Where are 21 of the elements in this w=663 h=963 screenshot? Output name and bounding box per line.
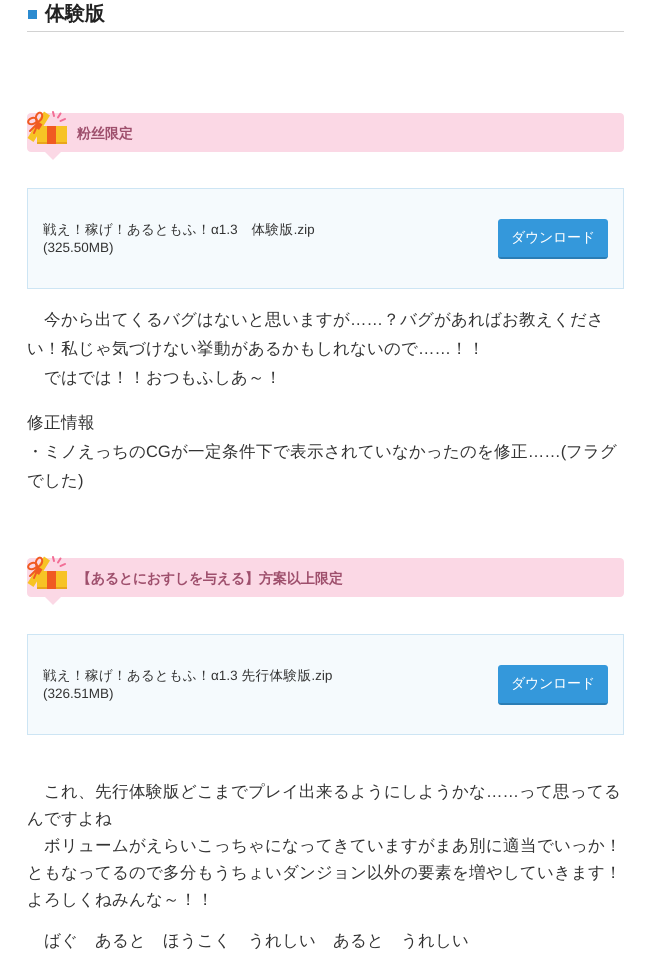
heading-marker-icon [28,10,37,18]
body-text: よろしくねみんな～！！ [27,890,215,911]
body-text: ではでは！！おつもふしあ～！ [43,368,283,389]
gift-box-icon [27,110,67,146]
plan-label: 【あるとにおすしを与える】方案以上限定 [77,568,343,586]
download-button[interactable]: ダウンロード [498,664,608,704]
body-text: 今から出てくるバグはないと思いますが……？バグがあればお教えください！私じゃ気づけない挙動があるかもしれないので……！！ [27,310,605,360]
body-text: 修正情報 [27,413,96,434]
file-size: (326.51MB) [43,684,115,702]
body-text: これ、先行体験版どこまでプレイ出来るようにしようかな……って思ってるんですよね [27,782,622,830]
file-name: 戦え！稼げ！あるともふ！α1.3 先行体験版.zip [43,666,332,684]
body-text: ともなってるので多分もうちょいダンジョン以外の要素を増やしていきます！ [27,862,623,884]
body-text: ボリュームがえらいこっちゃになってきていますがまあ別に適当でいっか！ [43,836,623,857]
body-text: ばぐ あると ほうこく うれしい あると うれしい [43,931,470,952]
gift-box-icon [27,555,67,591]
section-title: 体験版 [45,2,105,27]
body-text: ・ミノえっちのCGが一定条件下で表示されていなかったのを修正……(フラグでした) [27,442,618,492]
file-size: (325.50MB) [43,238,115,256]
download-button[interactable]: ダウンロード [498,218,608,258]
file-name: 戦え！稼げ！あるともふ！α1.3 体験版.zip [43,220,315,238]
plan-label: 粉丝限定 [77,124,133,142]
